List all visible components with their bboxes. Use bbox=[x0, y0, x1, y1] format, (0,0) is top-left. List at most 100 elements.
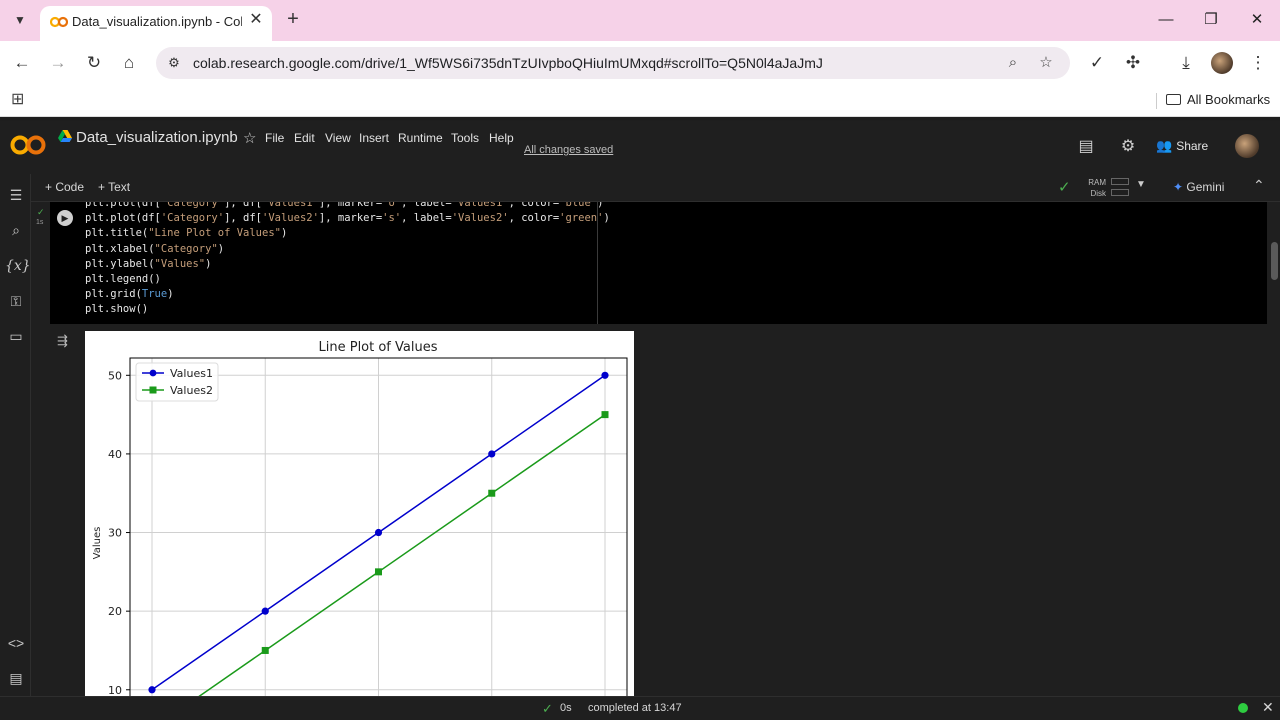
grid-layer bbox=[130, 358, 627, 696]
settings-gear-icon[interactable]: ⚙ bbox=[1117, 136, 1139, 158]
forward-arrow-icon[interactable]: → bbox=[46, 51, 70, 75]
star-icon[interactable]: ☆ bbox=[243, 129, 256, 147]
menu-view[interactable]: View bbox=[325, 131, 351, 145]
notebook-content: ✓ 1s ▶ plt.plot(df['Category'], df['Valu… bbox=[31, 202, 1280, 696]
code-cell[interactable]: ▶ plt.plot(df['Category'], df['Values1']… bbox=[50, 202, 1267, 324]
chart-y-axis-label: Values bbox=[92, 527, 103, 560]
folder-icon bbox=[1166, 94, 1181, 105]
terminal-icon[interactable]: ▤ bbox=[5, 667, 27, 689]
zoom-icon[interactable]: ⌕ bbox=[1002, 52, 1024, 74]
add-text-button[interactable]: + Text bbox=[98, 180, 130, 194]
browser-tab-bar: ▼ Data_visualization.ipynb - Colab ✕ + —… bbox=[0, 0, 1280, 41]
browser-toolbar: ← → ↻ ⌂ ⚙ colab.research.google.com/driv… bbox=[0, 41, 1280, 85]
menu-help[interactable]: Help bbox=[489, 131, 514, 145]
files-folder-icon[interactable]: ▭ bbox=[5, 325, 27, 347]
collapse-chevron-up-icon[interactable]: ⌃ bbox=[1253, 177, 1265, 194]
colab-favicon-icon bbox=[50, 16, 68, 28]
data-point-values1 bbox=[261, 607, 269, 615]
status-check-icon: ✓ bbox=[542, 701, 553, 716]
extension-check-icon[interactable]: ✓ bbox=[1085, 51, 1109, 75]
code-snippets-icon[interactable]: <> bbox=[5, 632, 27, 654]
runtime-dropdown-icon[interactable]: ▼ bbox=[1136, 179, 1146, 190]
colab-header: Data_visualization.ipynb ☆ File Edit Vie… bbox=[0, 121, 1280, 174]
run-cell-play-icon[interactable]: ▶ bbox=[57, 210, 73, 226]
bookmark-star-icon[interactable]: ☆ bbox=[1035, 52, 1057, 74]
menu-insert[interactable]: Insert bbox=[359, 131, 389, 145]
chart-legend: Values1 Values2 bbox=[135, 362, 219, 402]
connected-check-icon: ✓ bbox=[1058, 179, 1071, 196]
secrets-key-icon[interactable]: ⚿ bbox=[5, 290, 27, 312]
notebook-toolbar: + Code + Text ✓ RAM Disk ▼ ✦ Gemini ⌃ bbox=[31, 174, 1280, 202]
y-tick-label: 30 bbox=[108, 527, 122, 540]
cell-output: Line Plot of Values Values 10 20 30 40 50 Va… bbox=[85, 331, 634, 696]
gemini-sparkle-icon: ✦ bbox=[1173, 180, 1184, 194]
data-point-values1 bbox=[601, 371, 609, 379]
line-chart: Line Plot of Values Values 10 20 30 40 50 Va… bbox=[92, 340, 628, 696]
share-button[interactable]: 👥 Share bbox=[1156, 135, 1208, 157]
site-info-icon[interactable]: ⚙ bbox=[164, 53, 184, 73]
ram-meter[interactable] bbox=[1111, 178, 1129, 185]
browser-tab-active[interactable]: Data_visualization.ipynb - Colab ✕ bbox=[40, 6, 272, 41]
window-close-icon[interactable]: ✕ bbox=[1243, 8, 1271, 32]
resource-labels[interactable]: RAM Disk bbox=[1084, 177, 1106, 199]
address-bar[interactable]: ⚙ colab.research.google.com/drive/1_Wf5W… bbox=[156, 47, 1070, 79]
url-text[interactable]: colab.research.google.com/drive/1_Wf5WS6… bbox=[193, 55, 823, 71]
legend-marker-values1 bbox=[149, 369, 157, 377]
chrome-menu-icon[interactable]: ⋮ bbox=[1246, 51, 1270, 75]
data-point-values2 bbox=[375, 568, 382, 576]
tab-title: Data_visualization.ipynb - Colab bbox=[72, 14, 242, 29]
google-drive-icon[interactable] bbox=[58, 130, 72, 142]
apps-grid-icon[interactable]: ⊞ bbox=[11, 91, 29, 109]
new-tab-button[interactable]: + bbox=[282, 8, 304, 30]
y-tick-label: 50 bbox=[108, 369, 122, 382]
notebook-title[interactable]: Data_visualization.ipynb bbox=[76, 129, 238, 146]
add-code-button[interactable]: + Code bbox=[45, 180, 84, 194]
tab-search-chevron-icon[interactable]: ▼ bbox=[8, 8, 32, 32]
legend-label-values1: Values1 bbox=[170, 367, 213, 380]
scrollbar-thumb[interactable] bbox=[1271, 242, 1278, 280]
all-bookmarks-button[interactable]: All Bookmarks bbox=[1166, 92, 1270, 107]
status-completed[interactable]: completed at 13:47 bbox=[588, 702, 682, 714]
disk-meter[interactable] bbox=[1111, 189, 1129, 196]
reload-icon[interactable]: ↻ bbox=[82, 51, 106, 75]
back-arrow-icon[interactable]: ← bbox=[10, 51, 34, 75]
home-icon[interactable]: ⌂ bbox=[117, 51, 141, 75]
menu-runtime[interactable]: Runtime bbox=[398, 131, 443, 145]
data-point-values1 bbox=[488, 450, 496, 458]
status-duration: 0s bbox=[560, 702, 572, 714]
comments-icon[interactable]: ▤ bbox=[1075, 136, 1097, 158]
profile-avatar[interactable] bbox=[1211, 52, 1233, 74]
colab-logo-icon[interactable] bbox=[10, 133, 46, 157]
code-editor[interactable]: plt.plot(df['Category'], df['Values1'], … bbox=[85, 202, 610, 318]
data-point-values2 bbox=[601, 411, 609, 419]
ram-label: RAM bbox=[1088, 178, 1106, 187]
cell-exec-time: 1s bbox=[36, 219, 44, 226]
minimize-icon[interactable]: — bbox=[1152, 8, 1180, 32]
bookmarks-divider bbox=[1156, 93, 1157, 109]
data-point-values2 bbox=[488, 489, 496, 497]
extensions-puzzle-icon[interactable]: ✣ bbox=[1121, 51, 1145, 75]
y-tick-label: 40 bbox=[108, 448, 122, 461]
gemini-button[interactable]: ✦ Gemini bbox=[1173, 180, 1224, 194]
menu-tools[interactable]: Tools bbox=[451, 131, 479, 145]
restore-icon[interactable]: ❐ bbox=[1197, 8, 1225, 32]
menu-file[interactable]: File bbox=[265, 131, 284, 145]
output-actions-icon[interactable]: ⇶ bbox=[57, 333, 68, 349]
y-tick-label: 20 bbox=[108, 605, 122, 618]
people-icon: 👥 bbox=[1156, 138, 1173, 153]
disk-label: Disk bbox=[1090, 189, 1106, 198]
variables-icon[interactable]: {x} bbox=[5, 255, 31, 277]
search-icon[interactable]: ⌕ bbox=[5, 219, 27, 241]
tab-close-icon[interactable]: ✕ bbox=[246, 10, 266, 30]
menu-edit[interactable]: Edit bbox=[294, 131, 315, 145]
status-close-icon[interactable]: ✕ bbox=[1262, 699, 1274, 716]
notebook-scrollbar[interactable] bbox=[1269, 202, 1280, 696]
legend-label-values2: Values2 bbox=[170, 384, 213, 397]
download-icon[interactable]: ⤓ bbox=[1174, 51, 1198, 75]
user-avatar[interactable] bbox=[1235, 134, 1259, 158]
share-label: Share bbox=[1176, 139, 1209, 153]
bookmarks-bar: ⊞ All Bookmarks bbox=[0, 85, 1280, 117]
save-status[interactable]: All changes saved bbox=[524, 144, 613, 156]
table-of-contents-icon[interactable]: ☰ bbox=[5, 184, 27, 206]
executed-check-icon: ✓ bbox=[37, 207, 45, 217]
